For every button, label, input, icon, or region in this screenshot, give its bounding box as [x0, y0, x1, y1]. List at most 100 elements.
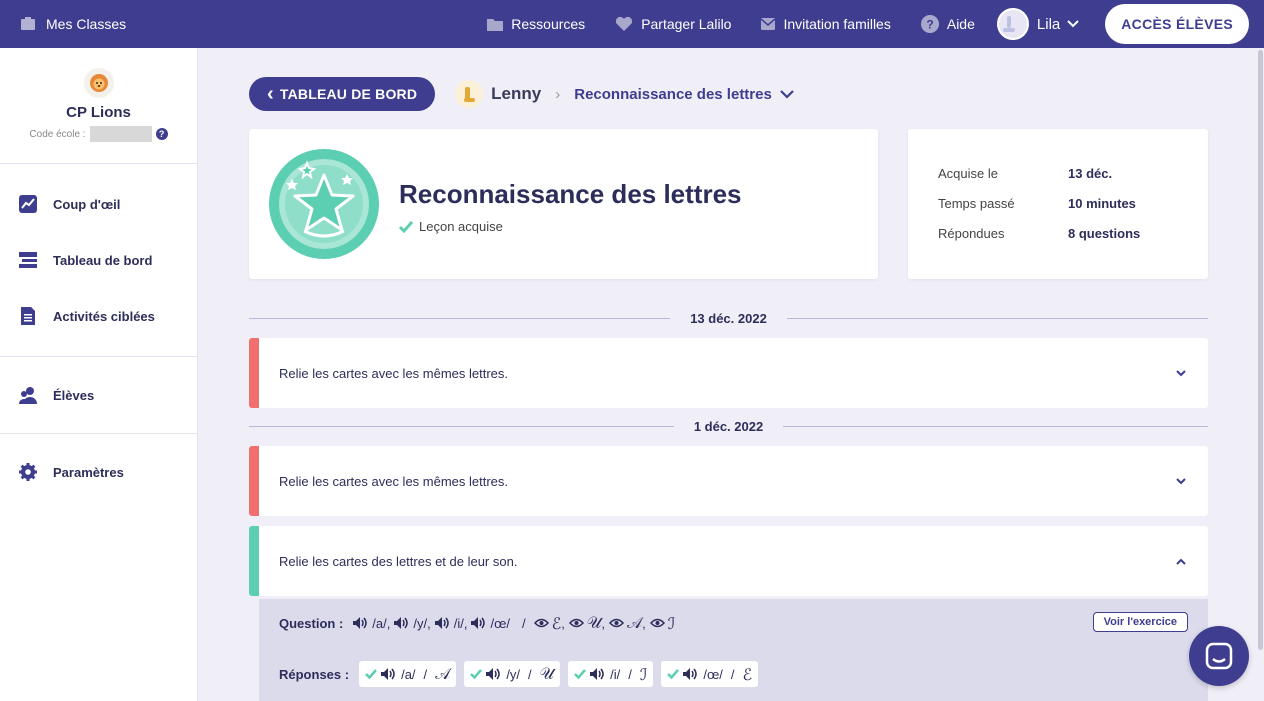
chevron-down-icon [1067, 20, 1079, 28]
sidebar-item-tableau-de-bord[interactable]: Tableau de bord [0, 232, 197, 288]
speaker-icon[interactable] [381, 668, 397, 680]
nav-partager[interactable]: Partager Lalilo [615, 16, 731, 32]
chat-launcher-button[interactable] [1189, 626, 1249, 686]
sidebar-item-label: Coup d'œil [53, 196, 121, 212]
school-code-value-hidden [89, 126, 152, 142]
eye-icon [568, 618, 584, 628]
comma: , [601, 615, 605, 631]
check-icon [470, 669, 483, 679]
scrollbar[interactable] [1256, 48, 1264, 701]
answer-glyph: ℰ [742, 664, 753, 684]
nav-aide[interactable]: ? Aide [920, 15, 975, 33]
check-icon [399, 220, 413, 233]
eye-icon [608, 618, 624, 628]
sidebar-group-students: Élèves [0, 357, 197, 434]
sound-text: /œ/ [490, 615, 510, 631]
speaker-icon[interactable] [683, 668, 699, 680]
chevron-up-icon[interactable] [1176, 558, 1186, 565]
my-classes-link[interactable]: Mes Classes [0, 16, 126, 32]
exercise-row[interactable]: Relie les cartes avec les mêmes lettres. [249, 446, 1208, 516]
scrollbar-thumb[interactable] [1258, 50, 1263, 650]
help-circle-icon: ? [920, 15, 939, 33]
speaker-icon [353, 617, 368, 629]
stat-label: Répondues [938, 226, 1005, 241]
nav-ressources[interactable]: Ressources [487, 16, 585, 32]
date-separator: 13 déc. 2022 [249, 308, 1208, 328]
sidebar-item-coup-doeil[interactable]: Coup d'œil [0, 176, 197, 232]
document-icon [21, 307, 35, 325]
sidebar-item-label: Activités ciblées [53, 308, 155, 324]
answer-sound: /y/ [506, 666, 521, 682]
student-avatar [455, 80, 484, 108]
chart-icon [19, 195, 37, 213]
slash: / [628, 666, 632, 682]
student-name[interactable]: Lenny [491, 84, 541, 104]
slash: / [521, 615, 526, 631]
stat-value: 13 déc. [1068, 166, 1113, 181]
speaker-icon [434, 617, 449, 629]
chevron-down-icon [780, 89, 794, 99]
nav-aide-label: Aide [946, 16, 975, 32]
nav-invitation[interactable]: Invitation familles [761, 16, 891, 32]
exercise-row[interactable]: Relie les cartes avec les mêmes lettres. [249, 338, 1208, 408]
sidebar-item-parametres[interactable]: Paramètres [0, 444, 197, 500]
failed-status-bar [249, 338, 259, 408]
folder-icon [487, 19, 504, 31]
question-sound[interactable]: /a/, [353, 616, 390, 631]
lesson-card: Reconnaissance des lettres Leçon acquise [249, 129, 878, 279]
sidebar-item-label: Élèves [53, 387, 95, 403]
view-exercise-button[interactable]: Voir l'exercice [1092, 612, 1188, 632]
sidebar-item-eleves[interactable]: Élèves [0, 367, 197, 423]
back-to-dashboard-button[interactable]: ‹ TABLEAU DE BORD [249, 77, 436, 111]
comma: , [463, 615, 468, 631]
slash: / [423, 666, 428, 682]
comma: , [386, 615, 391, 631]
stat-answered: Répondues 8 questions [938, 226, 1208, 256]
speaker-icon[interactable] [486, 668, 502, 680]
stat-value: 10 minutes [1068, 196, 1136, 211]
question-glyph: ℐ [649, 614, 675, 633]
answer-chip: /œ/ / ℰ [661, 661, 759, 687]
speaker-icon [471, 617, 486, 629]
exercise-title: Relie les cartes avec les mêmes lettres. [279, 473, 509, 489]
failed-status-bar [249, 446, 259, 516]
sound-text: /a/ [372, 615, 387, 631]
success-status-bar [249, 526, 259, 596]
exercise-title: Relie les cartes des lettres et de leur … [279, 553, 518, 569]
answer-glyph: ℐ [639, 664, 648, 684]
student-access-button[interactable]: ACCÈS ÉLÈVES [1105, 4, 1249, 44]
user-menu[interactable]: Lila [996, 8, 1087, 40]
divider [783, 425, 1209, 427]
divider [249, 317, 671, 319]
dashboard-icon [19, 252, 37, 268]
exercise-row-expanded[interactable]: Relie les cartes des lettres et de leur … [249, 526, 1208, 596]
question-sound[interactable]: /i/, [434, 615, 468, 631]
sidebar-group-main: Coup d'œil Tableau de bord Activités cib… [0, 164, 197, 357]
speaker-icon [394, 617, 409, 629]
nav-partager-label: Partager Lalilo [641, 16, 732, 32]
eye-icon [533, 618, 549, 628]
lesson-selector[interactable]: Reconnaissance des lettres [574, 86, 794, 103]
question-sound[interactable]: /œ/ [471, 616, 510, 631]
my-classes-label: Mes Classes [46, 16, 127, 32]
question-label: Question : [279, 615, 344, 631]
chevron-down-icon[interactable] [1176, 369, 1186, 377]
answer-glyph: 𝒰 [539, 664, 555, 683]
question-sound[interactable]: /y/, [394, 616, 431, 631]
sidebar-item-activites-ciblees[interactable]: Activités ciblées [0, 288, 197, 344]
star-badge-icon [269, 149, 379, 259]
date-label: 13 déc. 2022 [690, 310, 767, 326]
help-icon[interactable]: ? [155, 128, 168, 140]
user-avatar-icon [1002, 16, 1015, 32]
speaker-icon[interactable] [590, 668, 606, 680]
eye-icon [649, 618, 665, 628]
divider [249, 425, 674, 427]
back-button-label: TABLEAU DE BORD [279, 86, 418, 102]
user-avatar [996, 8, 1029, 40]
sound-text: /i/ [453, 615, 464, 631]
lesson-stats-card: Acquise le 13 déc. Temps passé 10 minute… [908, 129, 1208, 279]
top-bar: Mes Classes Ressources Partager Lalilo I… [0, 0, 1264, 48]
chevron-down-icon[interactable] [1176, 477, 1186, 485]
check-icon [574, 669, 587, 679]
user-name: Lila [1036, 15, 1061, 33]
